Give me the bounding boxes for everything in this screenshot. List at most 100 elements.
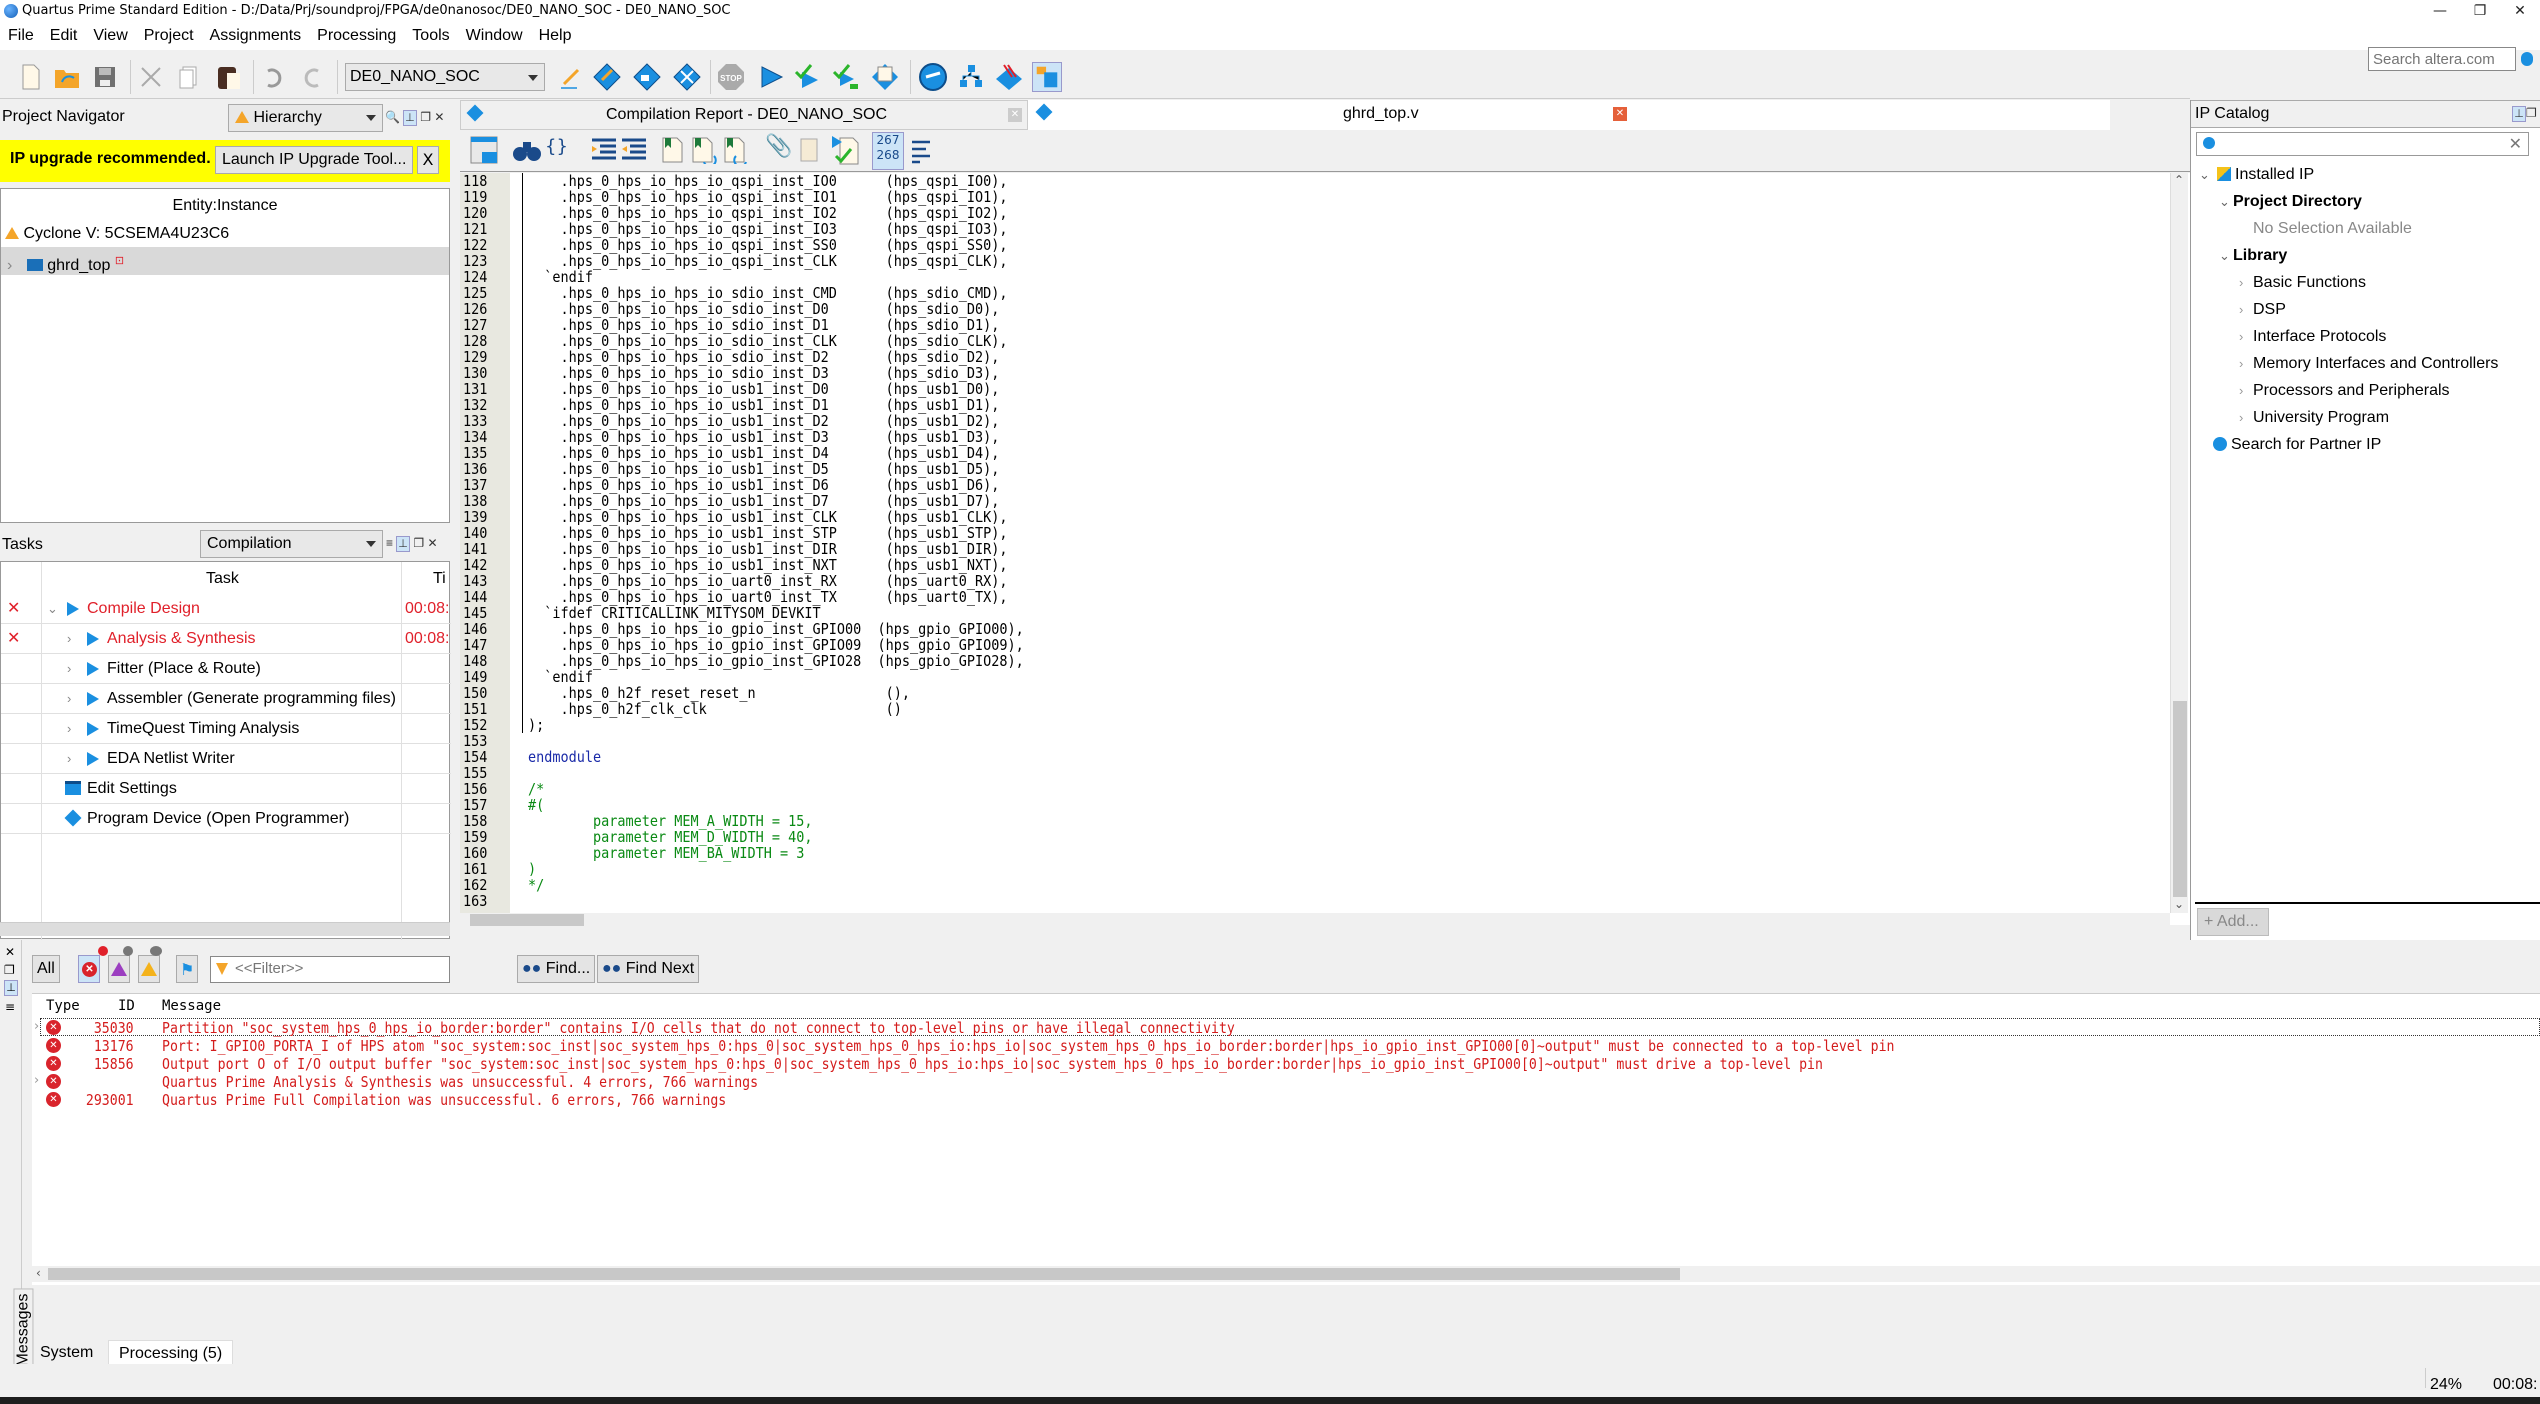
code-line[interactable]: .hps_0_hps_io_hps_io_sdio_inst_CMD (hps_… [528, 285, 1007, 301]
message-row[interactable]: › ✕ Quartus Prime Analysis & Synthesis was… [32, 1073, 2532, 1091]
chevron-right-icon[interactable]: › [2239, 407, 2253, 429]
editor-vertical-scrollbar[interactable]: ⌃ ⌄ [2170, 173, 2188, 913]
code-line[interactable]: .hps_0_hps_io_hps_io_sdio_inst_D1 (hps_s… [528, 317, 999, 333]
code-line[interactable]: .hps_0_hps_io_hps_io_qspi_inst_IO3 (hps_… [528, 221, 1007, 237]
code-line[interactable]: .hps_0_hps_io_hps_io_uart0_inst_TX (hps_… [528, 589, 1007, 605]
close-tab-icon[interactable]: ✕ [1613, 107, 1627, 121]
filter-suppressed-button[interactable]: ⚑ [176, 955, 198, 983]
id-column-header[interactable]: ID [118, 998, 135, 1014]
code-line[interactable]: .hps_0_hps_io_hps_io_usb1_inst_D4 (hps_u… [528, 445, 999, 461]
ip-catalog-toggle-icon[interactable] [1032, 62, 1062, 92]
menu-help[interactable]: Help [531, 22, 580, 50]
ip-tree-item[interactable]: ⌄ Installed IP [2199, 164, 2314, 186]
message-row[interactable]: › ✕ 35030 Partition "soc_system_hps_0_hps_i… [32, 1019, 2532, 1037]
float-icon[interactable]: ❐ [413, 536, 424, 550]
ip-tree-item[interactable]: › Processors and Peripherals [2239, 380, 2450, 402]
scroll-down-icon[interactable]: ⌄ [2174, 897, 2184, 911]
code-line[interactable]: .hps_0_hps_io_hps_io_usb1_inst_D2 (hps_u… [528, 413, 999, 429]
code-line[interactable]: `endif [528, 269, 593, 285]
scroll-up-icon[interactable]: ⌃ [2174, 173, 2184, 187]
scroll-left-icon[interactable]: ‹ [36, 1266, 41, 1280]
task-row[interactable]: › EDA Netlist Writer [1, 744, 451, 774]
chevron-right-icon[interactable]: › [2239, 299, 2253, 321]
ip-tree-item[interactable]: › Interface Protocols [2239, 326, 2386, 348]
code-line[interactable]: .hps_0_hps_io_hps_io_qspi_inst_IO0 (hps_… [528, 173, 1007, 189]
code-line[interactable]: .hps_0_hps_io_hps_io_usb1_inst_D0 (hps_u… [528, 381, 999, 397]
message-row[interactable]: ✕ 13176 Port: I_GPIO0_PORTA_I of HPS atom … [32, 1037, 2532, 1055]
ip-tree-item[interactable]: › Basic Functions [2239, 272, 2366, 294]
search-altera-input[interactable] [2368, 47, 2516, 71]
chevron-right-icon[interactable]: › [7, 257, 12, 274]
menu-lines-icon[interactable]: ≡ [5, 1000, 15, 1014]
device-row[interactable]: Cyclone V: 5CSEMA4U23C6 [5, 225, 229, 243]
line-number-toggle[interactable]: 267 268 [872, 132, 904, 170]
filter-warnings-button[interactable] [138, 955, 160, 983]
code-line[interactable]: .hps_0_hps_io_hps_io_qspi_inst_IO2 (hps_… [528, 205, 1007, 221]
close-panel-icon[interactable]: ✕ [427, 536, 437, 550]
code-line[interactable]: .hps_0_hps_io_hps_io_sdio_inst_D2 (hps_s… [528, 349, 999, 365]
task-row[interactable]: › Fitter (Place & Route) [1, 654, 451, 684]
code-line[interactable]: .hps_0_h2f_reset_reset_n (), [528, 685, 910, 701]
task-row[interactable]: ✕ ⌄ Compile Design 00:08: [1, 594, 451, 624]
copy-icon[interactable] [174, 62, 204, 92]
code-line[interactable]: .hps_0_hps_io_hps_io_usb1_inst_D1 (hps_u… [528, 397, 999, 413]
start-compile-check-icon[interactable] [830, 134, 860, 166]
code-line[interactable]: /* [528, 781, 544, 797]
chip-planner-icon[interactable] [672, 62, 702, 92]
menu-window[interactable]: Window [458, 22, 531, 50]
code-line[interactable]: .hps_0_hps_io_hps_io_sdio_inst_D0 (hps_s… [528, 301, 999, 317]
float-icon[interactable]: ❐ [4, 963, 15, 977]
code-line[interactable]: */ [528, 877, 544, 893]
ip-tree-item[interactable]: › DSP [2239, 299, 2286, 321]
code-line[interactable]: .hps_0_hps_io_hps_io_usb1_inst_STP (hps_… [528, 525, 1007, 541]
top-entity-row[interactable]: › ghrd_top ⊡ [1, 247, 449, 275]
ip-tree-item[interactable]: › Memory Interfaces and Controllers [2239, 353, 2498, 375]
type-column-header[interactable]: Type [46, 998, 80, 1014]
compilation-report-icon[interactable] [870, 62, 900, 92]
dismiss-banner-button[interactable]: X [417, 146, 439, 174]
code-line[interactable]: `ifdef CRITICALLINK_MITYSOM_DEVKIT [528, 605, 820, 621]
code-line[interactable]: parameter MEM_D_WIDTH = 40, [528, 829, 812, 845]
code-line[interactable]: #( [528, 797, 544, 813]
launch-ip-upgrade-button[interactable]: Launch IP Upgrade Tool... [215, 146, 414, 174]
code-line[interactable]: ); [528, 717, 544, 733]
close-tab-icon[interactable]: ✕ [1008, 108, 1022, 122]
task-row[interactable]: › Assembler (Generate programming files) [1, 684, 451, 714]
code-line[interactable]: `endif [528, 669, 593, 685]
navigator-view-dropdown[interactable]: Hierarchy [228, 104, 383, 132]
pin-icon[interactable]: ⊥ [2512, 106, 2526, 122]
close-panel-icon[interactable]: ✕ [434, 110, 444, 124]
restore-button[interactable]: ❐ [2460, 0, 2500, 22]
messages-vertical-label[interactable]: Messages [13, 1288, 34, 1372]
start-compilation-icon[interactable] [756, 62, 786, 92]
find-matching-delimiter-icon[interactable]: {} [545, 136, 568, 157]
code-line[interactable]: .hps_0_hps_io_hps_io_qspi_inst_IO1 (hps_… [528, 189, 1007, 205]
code-line[interactable]: .hps_0_hps_io_hps_io_qspi_inst_CLK (hps_… [528, 253, 1007, 269]
code-line[interactable]: .hps_0_hps_io_hps_io_usb1_inst_D7 (hps_u… [528, 493, 999, 509]
scrollbar-thumb[interactable] [2173, 701, 2187, 897]
play-icon[interactable] [87, 692, 99, 706]
chevron-right-icon[interactable]: › [34, 1019, 39, 1034]
chevron-right-icon[interactable]: › [2239, 326, 2253, 348]
tab-system[interactable]: System [34, 1341, 100, 1365]
ip-tree-item[interactable]: ⌄ Library [2219, 245, 2287, 267]
menu-file[interactable]: File [0, 22, 42, 50]
chevron-down-icon[interactable]: ⌄ [2219, 191, 2233, 213]
code-line[interactable]: .hps_0_hps_io_hps_io_usb1_inst_DIR (hps_… [528, 541, 1007, 557]
scrollbar-thumb[interactable] [48, 1268, 1680, 1280]
code-line[interactable]: .hps_0_hps_io_hps_io_usb1_inst_D6 (hps_u… [528, 477, 999, 493]
code-line[interactable]: .hps_0_hps_io_hps_io_gpio_inst_GPIO09 (h… [528, 637, 1023, 653]
word-wrap-icon[interactable] [910, 138, 934, 164]
code-line[interactable]: .hps_0_hps_io_hps_io_gpio_inst_GPIO28 (h… [528, 653, 1023, 669]
task-row[interactable]: Program Device (Open Programmer) [1, 804, 451, 834]
task-row[interactable]: › TimeQuest Timing Analysis [1, 714, 451, 744]
chevron-right-icon[interactable]: › [67, 714, 71, 744]
save-icon[interactable] [90, 62, 120, 92]
code-line[interactable]: .hps_0_hps_io_hps_io_usb1_inst_D5 (hps_u… [528, 461, 999, 477]
previous-bookmark-icon[interactable] [722, 136, 750, 164]
message-column-header[interactable]: Message [162, 998, 221, 1014]
ip-search-input[interactable]: ✕ [2196, 132, 2529, 156]
netlist-viewer-icon[interactable] [956, 62, 986, 92]
menu-tools[interactable]: Tools [404, 22, 457, 50]
play-icon[interactable] [87, 662, 99, 676]
